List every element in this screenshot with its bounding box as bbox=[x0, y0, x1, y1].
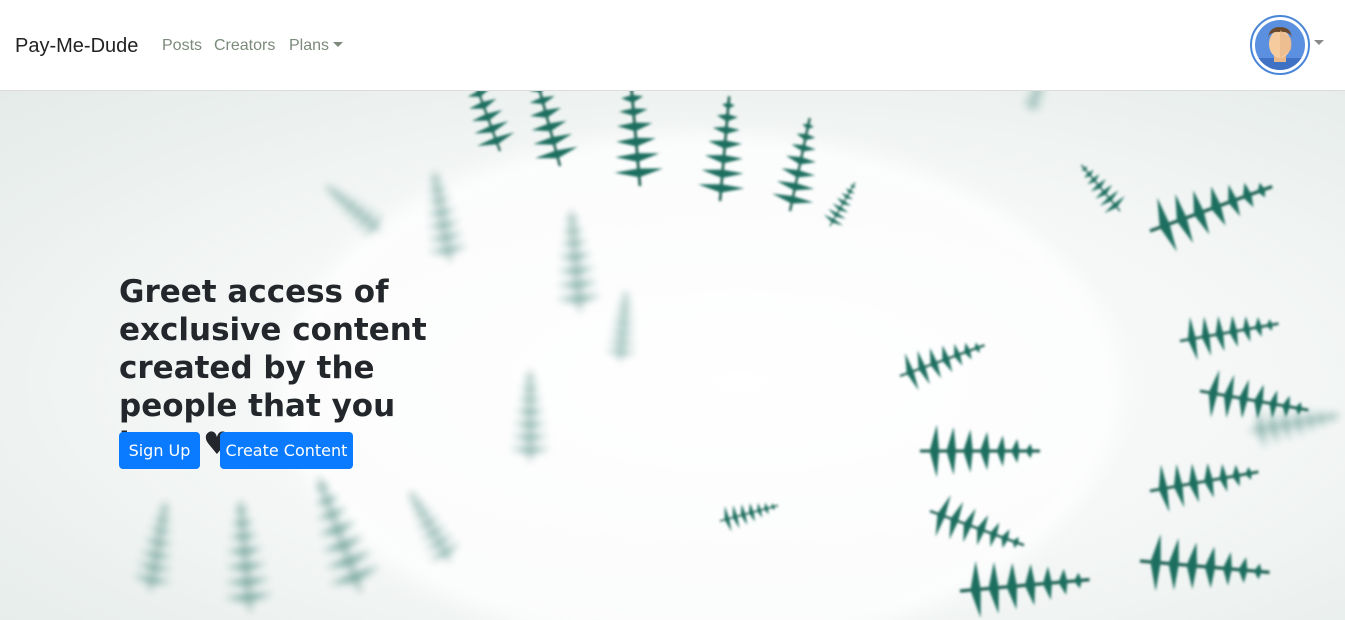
user-avatar-button[interactable] bbox=[1250, 15, 1310, 75]
hero-section: Greet access of exclusive content create… bbox=[0, 91, 1345, 620]
navbar: Pay-Me-Dude Posts Creators Plans bbox=[0, 0, 1345, 91]
create-content-button[interactable]: Create Content bbox=[220, 432, 353, 469]
sign-up-button[interactable]: Sign Up bbox=[119, 432, 200, 469]
brand-link[interactable]: Pay-Me-Dude bbox=[15, 33, 138, 59]
nav-link-posts[interactable]: Posts bbox=[162, 36, 202, 56]
nav-link-creators[interactable]: Creators bbox=[214, 36, 275, 56]
user-avatar-icon bbox=[1255, 20, 1305, 70]
chevron-down-icon bbox=[333, 42, 344, 47]
nav-dropdown-plans[interactable]: Plans bbox=[289, 36, 344, 56]
nav-link-plans-label: Plans bbox=[289, 37, 330, 54]
avatar-dropdown-chevron-icon[interactable] bbox=[1314, 40, 1324, 45]
